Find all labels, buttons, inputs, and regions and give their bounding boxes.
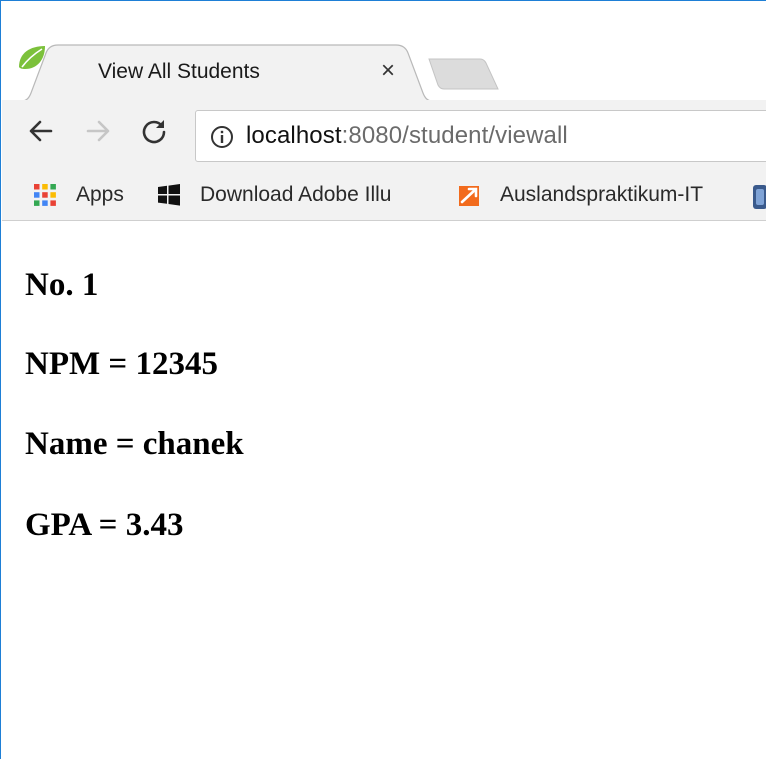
spring-leaf-icon <box>19 46 45 69</box>
bookmark-label: Auslandspraktikum-IT <box>500 183 704 206</box>
reload-button[interactable] <box>136 113 172 149</box>
orange-arrow-icon <box>459 186 479 206</box>
student-number: No. 1 <box>25 267 99 303</box>
url-path: :8080/student/viewall <box>341 122 568 149</box>
browser-window: View All Students × localhost:8080/stude… <box>0 0 766 759</box>
reload-icon <box>142 120 166 144</box>
info-icon[interactable] <box>210 125 234 149</box>
browser-toolbar: localhost:8080/student/viewall <box>2 100 766 170</box>
new-tab-button[interactable] <box>426 56 502 92</box>
tab-close-button[interactable]: × <box>374 57 402 85</box>
bookmark-auslandspraktikum[interactable]: Auslandspraktikum-IT <box>456 178 720 212</box>
url-host: localhost <box>246 122 342 149</box>
forward-button[interactable] <box>80 113 116 149</box>
forward-arrow-icon <box>86 120 110 142</box>
student-gpa: GPA = 3.43 <box>25 507 184 543</box>
tab-strip: View All Students × <box>2 2 766 103</box>
bookmark-label: Apps <box>76 183 124 206</box>
bookmarks-bar: Apps Download Adobe Illu Auslandspraktik… <box>2 170 766 221</box>
bookmark-download-adobe[interactable]: Download Adobe Illu <box>156 178 426 212</box>
bookmark-label: Download Adobe Illu <box>200 183 392 206</box>
address-bar[interactable]: localhost:8080/student/viewall <box>195 110 766 162</box>
back-arrow-icon <box>29 120 53 142</box>
bookmark-apps[interactable]: Apps <box>32 178 124 212</box>
windows-logo-icon <box>158 184 180 206</box>
student-npm: NPM = 12345 <box>25 346 218 382</box>
bookmark-overflow-icon[interactable] <box>752 184 766 210</box>
apps-grid-icon <box>34 184 56 206</box>
student-name: Name = chanek <box>25 426 244 462</box>
tab-view-all-students[interactable]: View All Students × <box>16 43 438 103</box>
url-text[interactable]: localhost:8080/student/viewall <box>246 122 568 150</box>
tab-title: View All Students <box>98 60 260 83</box>
back-button[interactable] <box>23 113 59 149</box>
